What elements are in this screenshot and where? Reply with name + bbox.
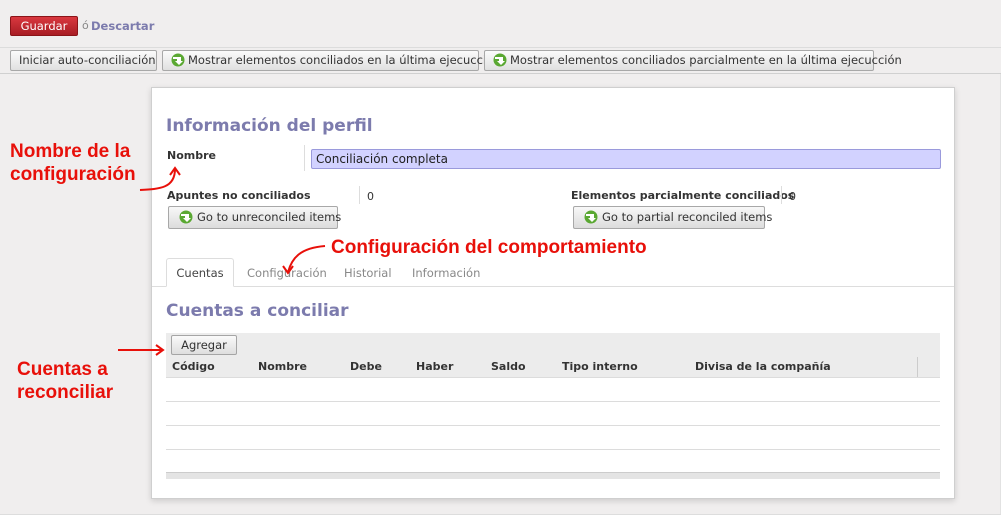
arrow-icon <box>118 166 326 356</box>
annotation-arrows <box>118 166 326 356</box>
